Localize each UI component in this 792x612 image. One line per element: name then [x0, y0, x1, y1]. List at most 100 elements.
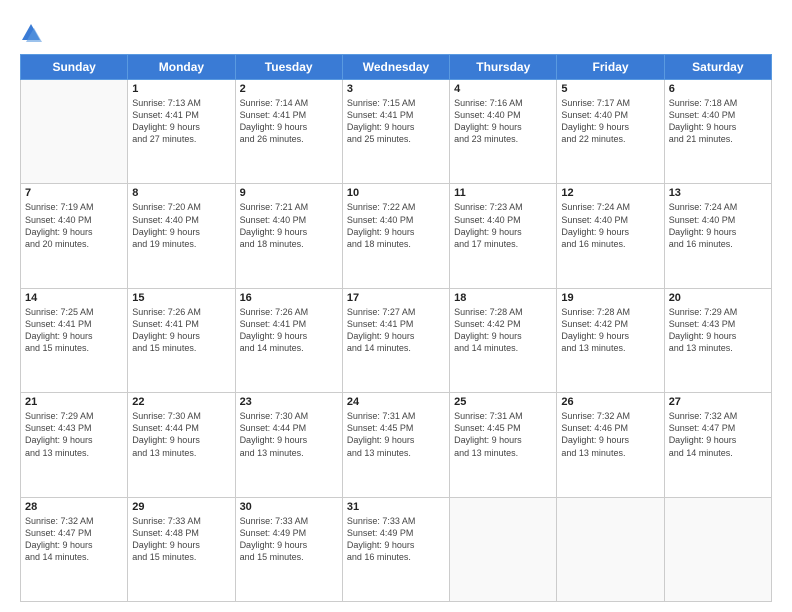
day-number: 27 — [669, 396, 767, 408]
day-number: 12 — [561, 187, 659, 199]
logo-icon — [20, 22, 42, 44]
day-number: 7 — [25, 187, 123, 199]
day-info: Sunrise: 7:24 AM Sunset: 4:40 PM Dayligh… — [669, 201, 767, 250]
day-info: Sunrise: 7:14 AM Sunset: 4:41 PM Dayligh… — [240, 97, 338, 146]
day-number: 29 — [132, 501, 230, 513]
day-cell: 22 Sunrise: 7:30 AM Sunset: 4:44 PM Dayli… — [128, 393, 235, 497]
logo — [20, 22, 48, 44]
day-cell: 28 Sunrise: 7:32 AM Sunset: 4:47 PM Dayli… — [21, 497, 128, 601]
day-cell — [450, 497, 557, 601]
day-number: 14 — [25, 292, 123, 304]
day-info: Sunrise: 7:18 AM Sunset: 4:40 PM Dayligh… — [669, 97, 767, 146]
day-info: Sunrise: 7:32 AM Sunset: 4:47 PM Dayligh… — [25, 515, 123, 564]
day-number: 25 — [454, 396, 552, 408]
day-cell: 6Sunrise: 7:18 AM Sunset: 4:40 PM Daylig… — [664, 80, 771, 184]
day-cell: 27 Sunrise: 7:32 AM Sunset: 4:47 PM Dayli… — [664, 393, 771, 497]
day-cell — [664, 497, 771, 601]
week-row-3: 21 Sunrise: 7:29 AM Sunset: 4:43 PM Dayli… — [21, 393, 772, 497]
day-info: Sunrise: 7:29 AM Sunset: 4:43 PM Dayligh… — [669, 306, 767, 355]
day-number: 13 — [669, 187, 767, 199]
day-cell: 7 Sunrise: 7:19 AM Sunset: 4:40 PM Daylig… — [21, 184, 128, 288]
day-info: Sunrise: 7:16 AM Sunset: 4:40 PM Dayligh… — [454, 97, 552, 146]
weekday-header-row: SundayMondayTuesdayWednesdayThursdayFrid… — [21, 55, 772, 80]
day-number: 17 — [347, 292, 445, 304]
day-cell: 4Sunrise: 7:16 AM Sunset: 4:40 PM Daylig… — [450, 80, 557, 184]
day-number: 16 — [240, 292, 338, 304]
day-number: 18 — [454, 292, 552, 304]
day-number: 2 — [240, 83, 338, 95]
day-info: Sunrise: 7:20 AM Sunset: 4:40 PM Dayligh… — [132, 201, 230, 250]
day-number: 11 — [454, 187, 552, 199]
day-cell: 29Sunrise: 7:33 AM Sunset: 4:48 PM Dayli… — [128, 497, 235, 601]
day-cell: 16 Sunrise: 7:26 AM Sunset: 4:41 PM Dayli… — [235, 288, 342, 392]
weekday-saturday: Saturday — [664, 55, 771, 80]
day-number: 28 — [25, 501, 123, 513]
day-info: Sunrise: 7:21 AM Sunset: 4:40 PM Dayligh… — [240, 201, 338, 250]
day-info: Sunrise: 7:17 AM Sunset: 4:40 PM Dayligh… — [561, 97, 659, 146]
day-info: Sunrise: 7:25 AM Sunset: 4:41 PM Dayligh… — [25, 306, 123, 355]
day-info: Sunrise: 7:13 AM Sunset: 4:41 PM Dayligh… — [132, 97, 230, 146]
day-cell: 17 Sunrise: 7:27 AM Sunset: 4:41 PM Dayli… — [342, 288, 449, 392]
day-cell: 15 Sunrise: 7:26 AM Sunset: 4:41 PM Dayli… — [128, 288, 235, 392]
day-info: Sunrise: 7:22 AM Sunset: 4:40 PM Dayligh… — [347, 201, 445, 250]
day-number: 15 — [132, 292, 230, 304]
day-info: Sunrise: 7:19 AM Sunset: 4:40 PM Dayligh… — [25, 201, 123, 250]
day-cell — [557, 497, 664, 601]
week-row-4: 28 Sunrise: 7:32 AM Sunset: 4:47 PM Dayli… — [21, 497, 772, 601]
day-number: 19 — [561, 292, 659, 304]
day-info: Sunrise: 7:32 AM Sunset: 4:46 PM Dayligh… — [561, 410, 659, 459]
day-number: 23 — [240, 396, 338, 408]
day-cell: 10 Sunrise: 7:22 AM Sunset: 4:40 PM Dayli… — [342, 184, 449, 288]
day-info: Sunrise: 7:23 AM Sunset: 4:40 PM Dayligh… — [454, 201, 552, 250]
day-cell: 1 Sunrise: 7:13 AM Sunset: 4:41 PM Daylig… — [128, 80, 235, 184]
day-info: Sunrise: 7:15 AM Sunset: 4:41 PM Dayligh… — [347, 97, 445, 146]
day-number: 3 — [347, 83, 445, 95]
day-cell: 24 Sunrise: 7:31 AM Sunset: 4:45 PM Dayli… — [342, 393, 449, 497]
day-info: Sunrise: 7:30 AM Sunset: 4:44 PM Dayligh… — [240, 410, 338, 459]
weekday-monday: Monday — [128, 55, 235, 80]
weekday-friday: Friday — [557, 55, 664, 80]
day-cell: 8Sunrise: 7:20 AM Sunset: 4:40 PM Daylig… — [128, 184, 235, 288]
weekday-thursday: Thursday — [450, 55, 557, 80]
day-number: 26 — [561, 396, 659, 408]
day-info: Sunrise: 7:26 AM Sunset: 4:41 PM Dayligh… — [240, 306, 338, 355]
weekday-sunday: Sunday — [21, 55, 128, 80]
day-info: Sunrise: 7:33 AM Sunset: 4:49 PM Dayligh… — [347, 515, 445, 564]
day-cell: 18Sunrise: 7:28 AM Sunset: 4:42 PM Dayli… — [450, 288, 557, 392]
day-info: Sunrise: 7:27 AM Sunset: 4:41 PM Dayligh… — [347, 306, 445, 355]
day-number: 22 — [132, 396, 230, 408]
day-info: Sunrise: 7:28 AM Sunset: 4:42 PM Dayligh… — [561, 306, 659, 355]
day-cell: 30Sunrise: 7:33 AM Sunset: 4:49 PM Dayli… — [235, 497, 342, 601]
day-info: Sunrise: 7:29 AM Sunset: 4:43 PM Dayligh… — [25, 410, 123, 459]
day-number: 20 — [669, 292, 767, 304]
day-info: Sunrise: 7:24 AM Sunset: 4:40 PM Dayligh… — [561, 201, 659, 250]
day-cell: 14 Sunrise: 7:25 AM Sunset: 4:41 PM Dayli… — [21, 288, 128, 392]
day-number: 31 — [347, 501, 445, 513]
day-info: Sunrise: 7:33 AM Sunset: 4:49 PM Dayligh… — [240, 515, 338, 564]
day-cell: 20 Sunrise: 7:29 AM Sunset: 4:43 PM Dayli… — [664, 288, 771, 392]
day-number: 24 — [347, 396, 445, 408]
day-cell: 21 Sunrise: 7:29 AM Sunset: 4:43 PM Dayli… — [21, 393, 128, 497]
day-cell — [21, 80, 128, 184]
day-number: 10 — [347, 187, 445, 199]
day-number: 9 — [240, 187, 338, 199]
day-info: Sunrise: 7:32 AM Sunset: 4:47 PM Dayligh… — [669, 410, 767, 459]
day-cell: 5Sunrise: 7:17 AM Sunset: 4:40 PM Daylig… — [557, 80, 664, 184]
day-cell: 3 Sunrise: 7:15 AM Sunset: 4:41 PM Daylig… — [342, 80, 449, 184]
day-info: Sunrise: 7:31 AM Sunset: 4:45 PM Dayligh… — [347, 410, 445, 459]
week-row-1: 7 Sunrise: 7:19 AM Sunset: 4:40 PM Daylig… — [21, 184, 772, 288]
day-cell: 13 Sunrise: 7:24 AM Sunset: 4:40 PM Dayli… — [664, 184, 771, 288]
day-info: Sunrise: 7:30 AM Sunset: 4:44 PM Dayligh… — [132, 410, 230, 459]
day-info: Sunrise: 7:31 AM Sunset: 4:45 PM Dayligh… — [454, 410, 552, 459]
day-info: Sunrise: 7:26 AM Sunset: 4:41 PM Dayligh… — [132, 306, 230, 355]
week-row-0: 1 Sunrise: 7:13 AM Sunset: 4:41 PM Daylig… — [21, 80, 772, 184]
day-number: 21 — [25, 396, 123, 408]
calendar-table: SundayMondayTuesdayWednesdayThursdayFrid… — [20, 54, 772, 602]
day-cell: 31 Sunrise: 7:33 AM Sunset: 4:49 PM Dayli… — [342, 497, 449, 601]
day-cell: 19 Sunrise: 7:28 AM Sunset: 4:42 PM Dayli… — [557, 288, 664, 392]
day-cell: 9 Sunrise: 7:21 AM Sunset: 4:40 PM Daylig… — [235, 184, 342, 288]
day-cell: 25 Sunrise: 7:31 AM Sunset: 4:45 PM Dayli… — [450, 393, 557, 497]
header — [20, 18, 772, 44]
day-cell: 12 Sunrise: 7:24 AM Sunset: 4:40 PM Dayli… — [557, 184, 664, 288]
day-number: 1 — [132, 83, 230, 95]
